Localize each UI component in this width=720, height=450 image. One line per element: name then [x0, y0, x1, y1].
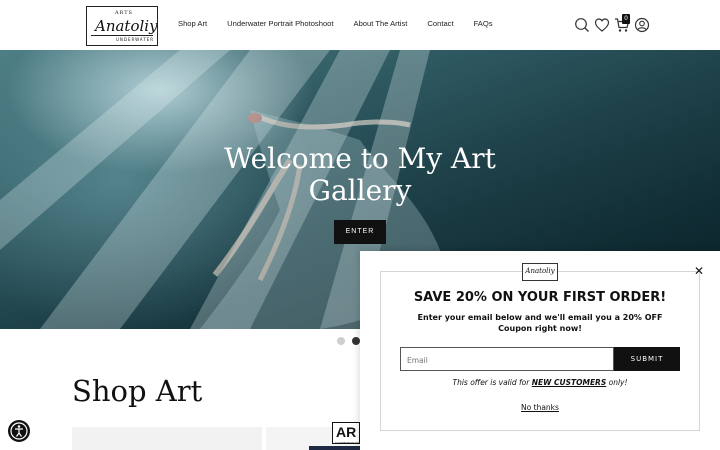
accessibility-icon — [10, 422, 28, 440]
hero-title-line1: Welcome to My Art — [224, 142, 496, 175]
discount-popup: Anatoliy ✕ SAVE 20% ON YOUR FIRST ORDER!… — [360, 251, 720, 450]
nav-contact[interactable]: Contact — [427, 19, 453, 28]
heart-icon[interactable] — [594, 17, 610, 33]
nav-underwater-photoshoot[interactable]: Underwater Portrait Photoshoot — [227, 19, 333, 28]
accessibility-button[interactable] — [8, 420, 30, 442]
offer-emphasis: NEW CUSTOMERS — [531, 378, 607, 387]
slider-dot-2[interactable] — [352, 337, 360, 345]
offer-note: This offer is valid for NEW CUSTOMERS on… — [400, 378, 680, 387]
nav-shop-art[interactable]: Shop Art — [178, 19, 207, 28]
offer-suffix: only! — [606, 378, 628, 387]
card-image-strip — [309, 446, 360, 450]
search-icon[interactable] — [574, 17, 590, 33]
submit-button[interactable]: SUBMIT — [614, 347, 680, 371]
logo-rule — [91, 35, 153, 36]
no-thanks-link[interactable]: No thanks — [380, 403, 700, 412]
popup-subtext: Enter your email below and we'll email y… — [417, 313, 663, 333]
logo-top-text: ARTS — [114, 10, 133, 16]
slider-dot-1[interactable] — [337, 337, 345, 345]
site-logo[interactable]: ARTS Anatoliy UNDERWATER — [86, 6, 158, 46]
nav-about-artist[interactable]: About The Artist — [354, 19, 408, 28]
enter-button[interactable]: ENTER — [334, 220, 386, 244]
offer-prefix: This offer is valid for — [452, 378, 532, 387]
section-title: Shop Art — [72, 374, 203, 408]
hero-title: Welcome to My Art Gallery — [0, 143, 720, 207]
email-field-wrapper — [400, 347, 614, 372]
close-icon[interactable]: ✕ — [693, 265, 705, 277]
hero-title-line2: Gallery — [308, 174, 412, 207]
product-card[interactable] — [72, 427, 262, 450]
main-nav: Shop Art Underwater Portrait Photoshoot … — [178, 19, 493, 28]
logo-name: Anatoliy — [95, 17, 158, 35]
card-art-logo-sub: CONTEMPORARY — [335, 441, 360, 445]
account-icon[interactable] — [634, 17, 650, 33]
popup-logo: Anatoliy — [522, 263, 558, 281]
cart-count-badge: 0 — [622, 14, 630, 24]
email-field[interactable] — [401, 349, 613, 372]
product-card[interactable]: AR CONTEMPORARY — [266, 422, 360, 450]
nav-faqs[interactable]: FAQs — [474, 19, 493, 28]
popup-heading: SAVE 20% ON YOUR FIRST ORDER! — [413, 290, 667, 305]
site-header: ARTS Anatoliy UNDERWATER Shop Art Underw… — [0, 0, 720, 50]
logo-bottom-text: UNDERWATER — [115, 37, 154, 42]
